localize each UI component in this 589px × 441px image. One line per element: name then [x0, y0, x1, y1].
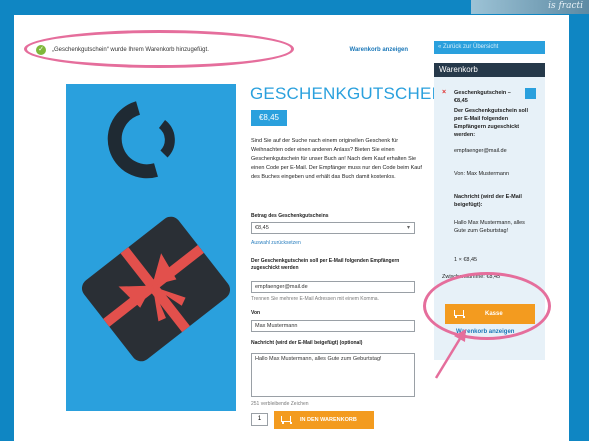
arrow-annotation — [434, 329, 466, 379]
